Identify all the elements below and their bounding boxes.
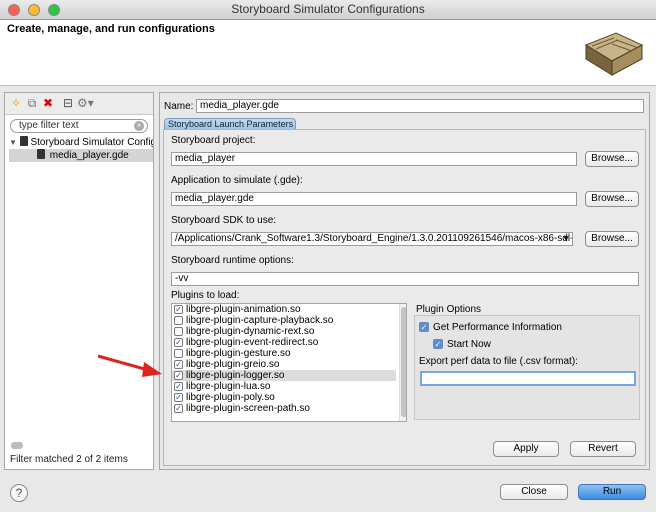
runtime-field[interactable]: -vv [171,272,639,286]
minimize-window-icon[interactable] [28,4,40,16]
zoom-window-icon[interactable] [48,4,60,16]
launch-parameters-body: Storyboard project: media_player Browse.… [163,129,646,466]
filter-status: Filter matched 2 of 2 items [10,454,128,465]
plugins-label: Plugins to load: [171,290,240,301]
plugin-checkbox[interactable]: ✓ [174,338,183,347]
window-titlebar: Storyboard Simulator Configurations [0,0,656,20]
launch-config-icon [37,149,45,159]
tree-item-label: Storyboard Simulator Configu [30,137,153,148]
filter-input[interactable]: type filter text × [10,119,148,133]
revert-button[interactable]: Revert [570,441,636,457]
collapse-all-icon[interactable]: ⊟ [61,96,75,110]
plugin-checkbox[interactable]: ✓ [174,382,183,391]
plugin-checkbox[interactable] [174,349,183,358]
duplicate-icon[interactable]: ⧉ [25,96,39,110]
plugin-name: libgre-plugin-dynamic-rext.so [186,326,315,337]
horizontal-scrollbar[interactable] [11,442,23,449]
tree-item-simulator-configs[interactable]: ▼ Storyboard Simulator Configu [9,136,153,149]
filter-placeholder: type filter text [19,120,79,131]
close-button[interactable]: Close [500,484,568,500]
runtime-label: Storyboard runtime options: [171,255,294,266]
start-now-checkbox[interactable]: ✓ [433,339,443,349]
plugins-scrollbar[interactable] [399,304,406,421]
name-field[interactable]: media_player.gde [196,99,644,113]
plugin-checkbox[interactable]: ✓ [174,404,183,413]
plugin-name: libgre-plugin-screen-path.so [186,403,310,414]
plugin-name: libgre-plugin-gesture.so [186,348,291,359]
window-title: Storyboard Simulator Configurations [231,2,425,16]
close-window-icon[interactable] [8,4,20,16]
project-label: Storyboard project: [171,135,256,146]
simulator-type-icon [19,136,28,146]
app-field[interactable]: media_player.gde [171,192,577,206]
export-file-field[interactable] [420,371,636,386]
project-browse-button[interactable]: Browse... [585,151,639,167]
sdk-select[interactable]: /Applications/Crank_Software1.3/Storyboa… [171,232,573,246]
get-perf-label: Get Performance Information [433,322,562,333]
plugin-options-group: ✓ Get Performance Information ✓ Start No… [414,315,640,420]
export-label: Export perf data to file (.csv format): [419,356,578,367]
plugin-row[interactable]: libgre-plugin-capture-playback.so [172,315,396,326]
start-now-label: Start Now [447,339,491,350]
plugin-row[interactable]: ✓ libgre-plugin-event-redirect.so [172,337,396,348]
new-configuration-icon[interactable]: ✧ [9,96,23,110]
configurations-panel: ✧ ⧉ ✖ ⊟ ⚙▾ type filter text × ▼ Storyboa… [4,92,154,470]
plugin-name: libgre-plugin-animation.so [186,304,301,315]
plugin-row[interactable]: libgre-plugin-gesture.so [172,348,396,359]
sdk-label: Storyboard SDK to use: [171,215,277,226]
run-button[interactable]: Run [578,484,646,500]
plugin-checkbox[interactable]: ✓ [174,305,183,314]
plugin-row[interactable]: ✓ libgre-plugin-logger.so [172,370,396,381]
plugin-name: libgre-plugin-capture-playback.so [186,315,334,326]
project-field[interactable]: media_player [171,152,577,166]
expand-triangle-icon[interactable]: ▼ [9,138,17,147]
plugin-row[interactable]: ✓ libgre-plugin-screen-path.so [172,403,396,414]
dialog-header: Create, manage, and run configurations [0,20,656,86]
get-perf-checkbox[interactable]: ✓ [419,322,429,332]
dialog-subtitle: Create, manage, and run configurations [7,23,215,35]
plugin-name: libgre-plugin-lua.so [186,381,271,392]
plugin-name: libgre-plugin-logger.so [186,370,285,381]
plugin-row[interactable]: ✓ libgre-plugin-animation.so [172,304,396,315]
plugin-name: libgre-plugin-greio.so [186,359,280,370]
help-icon[interactable]: ? [10,484,28,502]
plugin-checkbox[interactable]: ✓ [174,360,183,369]
app-label: Application to simulate (.gde): [171,175,303,186]
sdk-browse-button[interactable]: Browse... [585,231,639,247]
plugin-name: libgre-plugin-poly.so [186,392,275,403]
plugin-checkbox[interactable]: ✓ [174,371,183,380]
configurations-toolbar: ✧ ⧉ ✖ ⊟ ⚙▾ [5,93,153,115]
plugins-list[interactable]: ✓ libgre-plugin-animation.so libgre-plugin… [171,303,407,422]
plugins-scroll-thumb[interactable] [401,307,406,417]
plugin-checkbox[interactable]: ✓ [174,393,183,402]
filter-menu-icon[interactable]: ⚙▾ [77,96,94,110]
plugin-checkbox[interactable] [174,316,183,325]
dropdown-arrow-icon[interactable]: ▼ [562,233,570,245]
clear-filter-icon[interactable]: × [134,121,144,131]
app-browse-button[interactable]: Browse... [585,191,639,207]
delete-icon[interactable]: ✖ [41,96,55,110]
configuration-editor: Name: media_player.gde Storyboard Launch… [159,92,650,470]
plugin-row[interactable]: ✓ libgre-plugin-poly.so [172,392,396,403]
plugin-row[interactable]: libgre-plugin-dynamic-rext.so [172,326,396,337]
plugin-row[interactable]: ✓ libgre-plugin-greio.so [172,359,396,370]
tree-item-label: media_player.gde [49,150,129,161]
plugin-checkbox[interactable] [174,327,183,336]
book-icon [584,32,644,76]
plugin-row[interactable]: ✓ libgre-plugin-lua.so [172,381,396,392]
plugin-name: libgre-plugin-event-redirect.so [186,337,319,348]
red-arrow-annotation [97,354,162,377]
sdk-select-value: /Applications/Crank_Software1.3/Storyboa… [175,233,573,244]
tree-item-media-player[interactable]: media_player.gde [9,149,153,162]
name-label: Name: [164,101,194,112]
apply-button[interactable]: Apply [493,441,559,457]
